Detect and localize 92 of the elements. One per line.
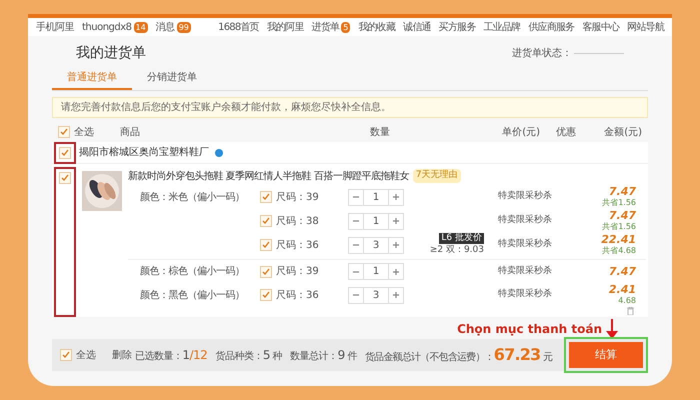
checkbox[interactable] — [260, 191, 272, 203]
top-link[interactable]: 诚信通 — [403, 20, 431, 34]
top-link[interactable]: 1688首页 — [218, 20, 259, 34]
status-label: 进货单状态： — [512, 46, 572, 60]
quantity-value[interactable]: 1 — [363, 264, 389, 279]
quantity-value[interactable]: 1 — [363, 214, 389, 228]
selected-count: 已选数量：1/12 — [134, 347, 208, 364]
top-link[interactable]: 工业品牌 — [484, 20, 520, 34]
checkbox[interactable] — [260, 239, 272, 251]
page-title: 我的进货单 — [76, 44, 146, 62]
price-badge: L6 批发价 — [439, 232, 484, 244]
saved-amount: 共省1.56 — [602, 197, 636, 208]
top-link[interactable]: 网站导航 — [627, 20, 664, 34]
saved-amount: 共省1.56 — [602, 221, 636, 232]
discount-label: 特卖限采秒杀 — [498, 238, 553, 252]
annotation-text: Chọn mục thanh toán — [457, 321, 602, 337]
top-link[interactable]: 我的收藏 — [358, 20, 396, 34]
color-option: 颜色：米色（偏小一码） — [140, 192, 244, 202]
checkbox[interactable] — [260, 215, 272, 227]
select-all-label[interactable]: 全选 — [76, 348, 96, 362]
minus-icon[interactable] — [353, 244, 359, 246]
quantity-stepper[interactable]: 1 — [348, 188, 404, 206]
checkbox[interactable] — [60, 349, 72, 361]
column-header: 单价(元) — [501, 126, 540, 140]
delete-link[interactable]: 删除 — [112, 348, 132, 362]
top-link[interactable]: thuongdx8 — [82, 20, 132, 34]
size-option: 尺码：36 — [276, 288, 348, 302]
size-option: 尺码：38 — [276, 214, 348, 228]
quantity-value[interactable]: 3 — [363, 238, 389, 252]
checkbox[interactable] — [260, 266, 272, 278]
arrow-icon — [606, 319, 618, 339]
column-header: 商品 — [120, 126, 141, 140]
discount-label: 特卖限采秒杀 — [498, 264, 553, 278]
quantity-value[interactable]: 1 — [363, 190, 389, 204]
supplier-name[interactable]: 揭阳市榕城区奥尚宝塑料鞋厂 — [79, 145, 209, 160]
discount-label: 特卖限采秒杀 — [498, 190, 553, 204]
top-link[interactable]: 消息 — [156, 20, 175, 34]
top-link[interactable]: 客服中心 — [582, 20, 620, 34]
plus-icon[interactable] — [393, 268, 399, 274]
amount: 2.41 — [608, 284, 636, 295]
column-header: 金额(元) — [603, 126, 642, 140]
column-header: 全选 — [74, 126, 95, 140]
color-option: 颜色：黑色（偏小一码） — [140, 290, 244, 300]
minus-icon[interactable] — [353, 220, 359, 222]
saved-amount: 共省4.68 — [602, 245, 636, 256]
product-title[interactable]: 新款时尚外穿包头拖鞋 夏季网红情人半拖鞋 百搭一脚蹬平底拖鞋女 — [128, 168, 409, 184]
count-badge: 5 — [341, 22, 350, 32]
quantity-stepper[interactable]: 1 — [348, 212, 404, 230]
top-link[interactable]: 买方服务 — [438, 20, 476, 34]
quantity-value[interactable]: 3 — [363, 288, 389, 302]
count-badge: 14 — [134, 22, 148, 32]
count-badge: 99 — [176, 22, 191, 32]
price-tier-label: ≥2 双：9.03 — [430, 244, 484, 257]
discount-label: 特卖限采秒杀 — [498, 214, 553, 228]
checkbox[interactable] — [59, 172, 71, 184]
tab[interactable]: 分销进货单 — [132, 70, 212, 90]
checkbox[interactable] — [59, 146, 71, 158]
discount-label: 特卖限采秒杀 — [498, 288, 553, 302]
quantity-stepper[interactable]: 3 — [348, 286, 404, 304]
amount: 7.47 — [608, 266, 636, 277]
top-link[interactable]: 供应商服务 — [528, 20, 574, 34]
column-header: 优惠 — [555, 126, 577, 140]
size-option: 尺码：39 — [276, 264, 348, 279]
size-option: 尺码：39 — [276, 190, 348, 204]
column-header: 数量 — [370, 126, 391, 140]
saved-amount: 4.68 — [618, 295, 636, 306]
amount: 7.47 — [608, 210, 636, 221]
quantity-stepper[interactable]: 3 — [348, 236, 404, 254]
checkbox[interactable] — [260, 289, 272, 301]
size-option: 尺码：36 — [276, 238, 348, 252]
kinds-count: 货品种类：5 种 — [215, 347, 282, 364]
plus-icon[interactable] — [393, 292, 399, 298]
total-amount: 货品金额总计（不包含运费）：67.23 元 — [364, 344, 552, 366]
plus-icon[interactable] — [393, 218, 399, 224]
amount: 22.41 — [601, 234, 636, 245]
minus-icon[interactable] — [353, 270, 359, 272]
top-link[interactable]: 我的阿里 — [266, 20, 304, 34]
plus-icon[interactable] — [393, 194, 399, 200]
quantity-stepper[interactable]: 1 — [348, 263, 404, 280]
top-link[interactable]: 手机阿里 — [36, 20, 74, 34]
return-tag: 7天无理由 — [412, 169, 461, 183]
verified-icon — [215, 148, 223, 156]
notice-bar: 请您完善付款信息后您的支付宝账户余额才能付款，麻烦您尽快补全信息。 — [52, 97, 648, 118]
amount: 7.47 — [608, 186, 636, 197]
trash-icon[interactable] — [627, 307, 634, 315]
color-option: 颜色：棕色（偏小一码） — [140, 266, 244, 277]
checkbox[interactable] — [58, 126, 70, 138]
minus-icon[interactable] — [353, 294, 359, 296]
total-count: 数量总计：9 件 — [290, 347, 357, 364]
minus-icon[interactable] — [353, 196, 359, 198]
plus-icon[interactable] — [393, 242, 399, 248]
top-link[interactable]: 进货单 — [312, 20, 340, 34]
